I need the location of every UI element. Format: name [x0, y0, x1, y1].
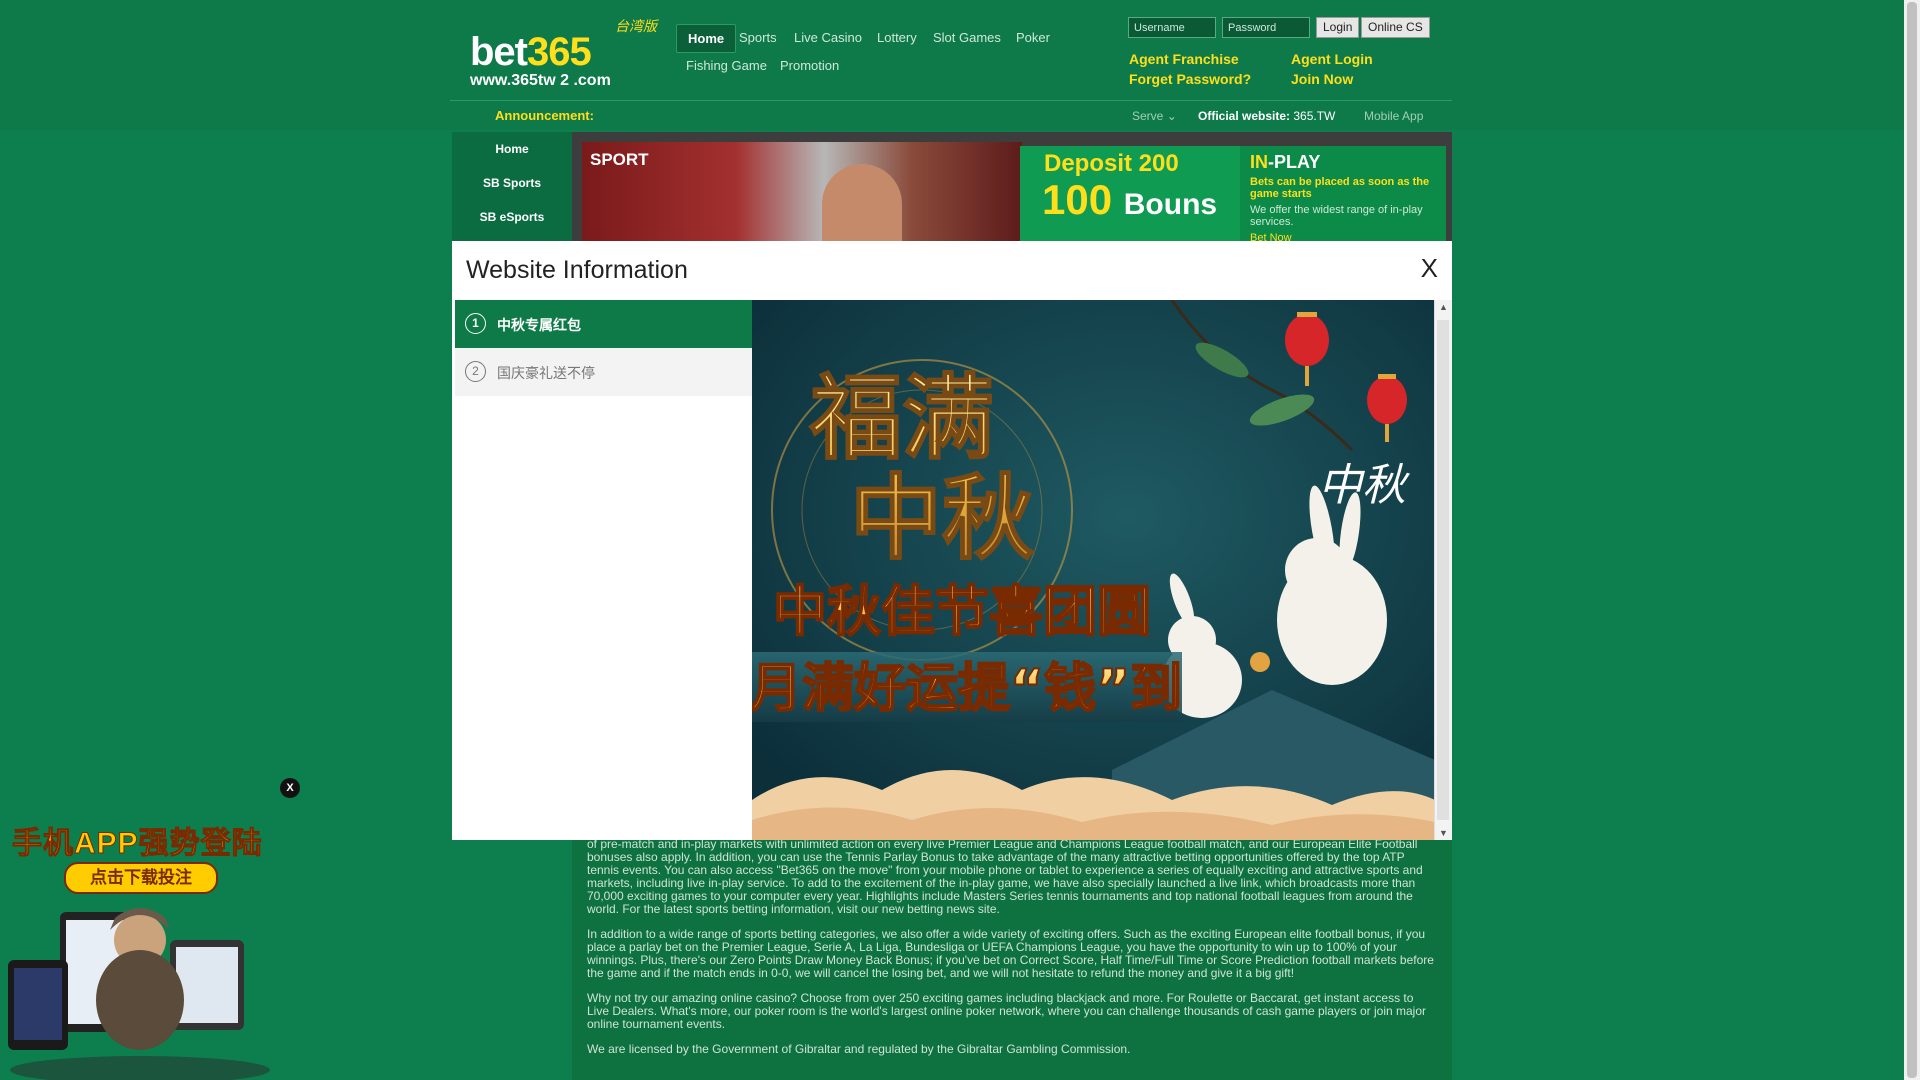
about-paragraph-1: of pre-match and in-play markets with un…	[587, 837, 1423, 916]
about-paragraph-4: We are licensed by the Government of Gib…	[587, 1042, 1131, 1056]
nav-lottery[interactable]: Lottery	[877, 30, 917, 45]
username-input[interactable]	[1128, 17, 1216, 38]
left-menu: Home SB Sports SB eSports	[452, 132, 572, 242]
chevron-down-icon: ⌄	[1166, 109, 1177, 123]
tab-number-1: 1	[465, 313, 486, 334]
app-download-promo[interactable]: X 手机APP强势登陆 点击下载投注	[0, 770, 300, 1080]
mobile-app-link[interactable]: Mobile App	[1364, 109, 1423, 123]
about-paragraph-2: In addition to a wide range of sports be…	[587, 927, 1434, 980]
app-promo-close-button[interactable]: X	[280, 778, 300, 798]
site-logo[interactable]: bet365 www.365tw 2 .com 台湾版	[470, 18, 670, 95]
logo-tag: 台湾版	[615, 18, 657, 34]
tab-label-1: 中秋专属红包	[497, 317, 581, 333]
online-cs-button[interactable]: Online CS	[1361, 17, 1430, 38]
left-menu-sb-esports[interactable]: SB eSports	[452, 210, 572, 224]
nav-home[interactable]: Home	[676, 24, 737, 53]
page-scrollbar[interactable]	[1904, 0, 1920, 1080]
tab-label-2: 国庆豪礼送不停	[497, 365, 595, 381]
banner-sport-label: SPORT	[590, 150, 649, 169]
nav-live-casino[interactable]: Live Casino	[794, 30, 862, 45]
promo-banner[interactable]: SPORT Deposit 200 100 Bouns IN-PLAY Bets…	[572, 132, 1452, 242]
banner-deposit: Deposit 200 100 Bouns	[1020, 146, 1240, 242]
modal-tab-list: 1 中秋专属红包 2 国庆豪礼送不停	[452, 300, 753, 840]
modal-close-button[interactable]: X	[1421, 253, 1438, 284]
serve-dropdown[interactable]: Serve ⌄	[1132, 109, 1177, 123]
modal-scroll-thumb[interactable]	[1437, 320, 1449, 820]
app-download-button[interactable]: 点击下载投注	[64, 862, 218, 894]
password-input[interactable]	[1222, 17, 1310, 38]
mid-autumn-promo-image: 福满中秋 中秋 中秋佳节喜团圆 月满好运提“钱”到	[752, 300, 1435, 840]
modal-scrollbar[interactable]: ▲ ▼	[1434, 300, 1452, 840]
banner-inplay: IN-PLAY Bets can be placed as soon as th…	[1240, 146, 1446, 242]
official-website: Official website: 365.TW	[1198, 109, 1336, 123]
logo-brand: bet365	[470, 30, 592, 74]
about-paragraph-3: Why not try our amazing online casino? C…	[587, 991, 1426, 1031]
modal-title: Website Information	[466, 256, 688, 284]
deposit-line: Deposit 200	[1044, 150, 1179, 177]
nav-slot-games[interactable]: Slot Games	[933, 30, 1001, 45]
join-now-link[interactable]: Join Now	[1291, 71, 1353, 87]
agent-franchise-link[interactable]: Agent Franchise	[1129, 51, 1239, 67]
promo-subtitle: 中秋佳节喜团圆	[773, 580, 1151, 643]
nav-promotion[interactable]: Promotion	[780, 58, 839, 73]
forget-password-link[interactable]: Forget Password?	[1129, 71, 1251, 87]
nav-fishing-game[interactable]: Fishing Game	[686, 58, 767, 73]
site-header: bet365 www.365tw 2 .com 台湾版 Home Sports …	[0, 0, 1904, 130]
app-promo-title: 手机APP强势登陆	[12, 827, 263, 861]
modal-tab-1[interactable]: 1 中秋专属红包	[455, 300, 752, 348]
page-scroll-thumb[interactable]	[1907, 2, 1917, 1078]
inplay-line-1: Bets can be placed as soon as the game s…	[1250, 176, 1430, 200]
modal-header: Website Information X	[452, 241, 1452, 301]
agent-login-link[interactable]: Agent Login	[1291, 51, 1373, 67]
about-content: of pre-match and in-play markets with un…	[572, 830, 1452, 1080]
website-info-modal: Website Information X 1 中秋专属红包 2 国庆豪礼送不停	[452, 241, 1452, 840]
promo-slogan: 月满好运提“钱”到	[752, 659, 1182, 719]
promo-seal: 中秋	[1318, 460, 1410, 511]
player-face	[822, 164, 902, 242]
app-promo-illustration	[8, 908, 270, 1080]
inplay-title: IN-PLAY	[1250, 152, 1321, 172]
left-menu-sb-sports[interactable]: SB Sports	[452, 176, 572, 190]
bonus-amount: 100 Bouns	[1042, 176, 1218, 223]
announcement-label: Announcement:	[495, 108, 594, 123]
logo-url: www.365tw 2 .com	[470, 72, 611, 89]
tab-number-2: 2	[465, 361, 486, 382]
mid-autumn-illustration: 福满中秋 中秋 中秋佳节喜团圆 月满好运提“钱”到	[752, 300, 1435, 840]
announcement-bar: Announcement: Serve ⌄ Official website: …	[450, 100, 1452, 131]
nav-sports[interactable]: Sports	[739, 30, 777, 45]
login-button[interactable]: Login	[1316, 17, 1360, 38]
nav-poker[interactable]: Poker	[1016, 30, 1050, 45]
scroll-down-icon[interactable]: ▼	[1439, 828, 1448, 838]
left-menu-home[interactable]: Home	[452, 142, 572, 156]
inplay-line-2: We offer the widest range of in-play ser…	[1250, 204, 1423, 228]
modal-tab-2[interactable]: 2 国庆豪礼送不停	[455, 348, 752, 396]
scroll-up-icon[interactable]: ▲	[1439, 302, 1448, 312]
